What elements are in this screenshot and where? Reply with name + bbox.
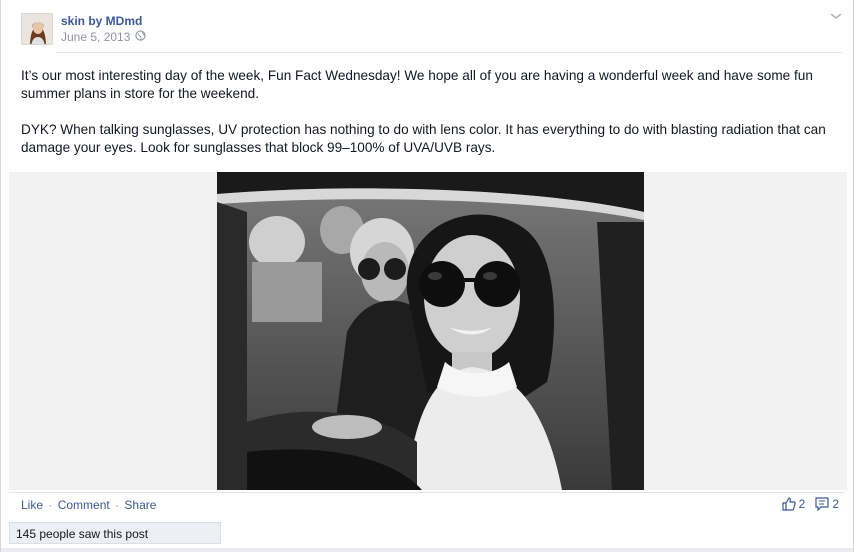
post-card: skin by MDmd June 5, 2013 It’s our most … [0,0,854,552]
post-paragraph: It’s our most interesting day of the wee… [21,68,813,101]
thumbs-up-icon[interactable] [782,497,796,511]
post-message: It’s our most interesting day of the wee… [21,67,841,175]
comment-icon[interactable] [815,497,829,511]
page-name-link[interactable]: skin by MDmd [61,14,142,28]
avatar[interactable] [21,13,53,45]
globe-icon[interactable] [135,30,146,41]
comment-count[interactable]: 2 [832,497,839,511]
separator: · [48,498,53,512]
like-count[interactable]: 2 [799,497,806,511]
post-timestamp[interactable]: June 5, 2013 [61,30,130,44]
post-paragraph: DYK? When talking sunglasses, UV protect… [21,122,826,155]
post-actions: Like · Comment · Share [21,498,156,512]
post-photo[interactable] [217,172,644,490]
post-reach[interactable]: 145 people saw this post [9,522,221,544]
share-link[interactable]: Share [124,498,156,512]
header-divider [56,52,843,53]
comment-link[interactable]: Comment [58,498,110,512]
like-link[interactable]: Like [21,498,43,512]
footer-divider [9,492,845,493]
chevron-down-icon[interactable] [829,11,843,21]
separator: · [115,498,120,512]
post-counts: 2 2 [782,497,839,511]
bottom-divider [1,548,853,552]
